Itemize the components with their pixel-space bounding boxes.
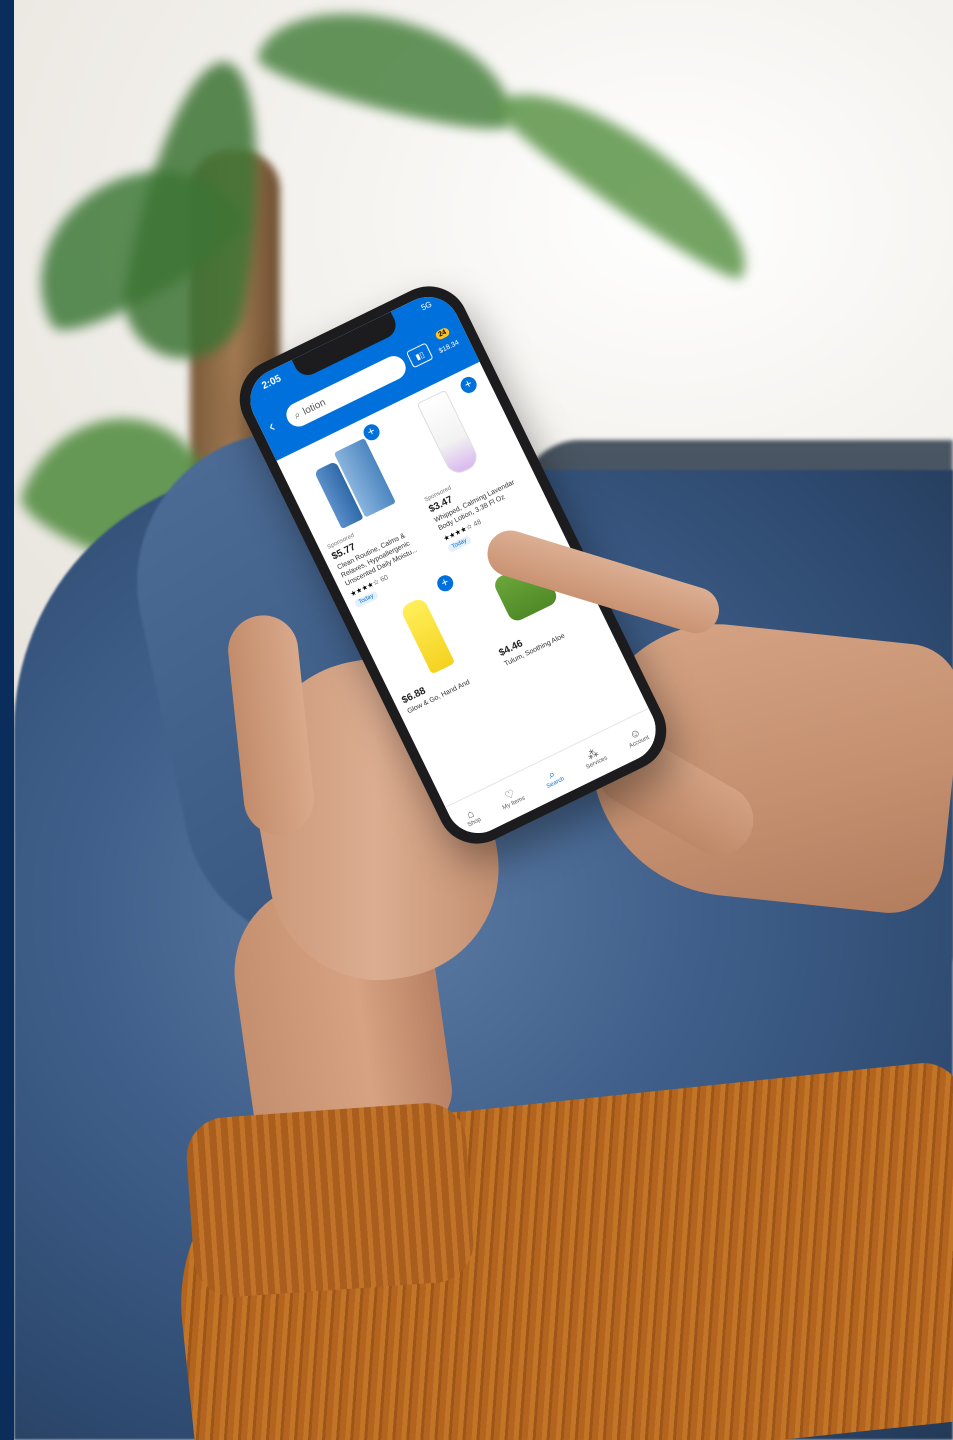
tab-label: Search bbox=[545, 776, 566, 790]
tab-account[interactable]: ☺ Account bbox=[623, 724, 651, 749]
cart-count-badge: 24 bbox=[434, 326, 451, 341]
rating-count: 60 bbox=[379, 574, 390, 584]
search-query: lotion bbox=[301, 396, 328, 418]
photo-scene: 2:05 5G ‹ ⌕ lotion ▮▯ 24 $18.34 + Sponso… bbox=[0, 0, 953, 1440]
glow-bottle bbox=[399, 596, 456, 675]
add-to-cart-button[interactable]: + bbox=[434, 572, 456, 594]
cart-button[interactable]: 24 $18.34 bbox=[431, 326, 462, 356]
tab-shop[interactable]: ⌂ Shop bbox=[462, 806, 482, 829]
add-to-cart-button[interactable]: + bbox=[457, 374, 480, 396]
lotion-tube bbox=[416, 389, 482, 478]
status-time: 2:05 bbox=[260, 373, 284, 392]
rating-count: 48 bbox=[472, 518, 483, 529]
status-signal: 5G bbox=[419, 299, 434, 313]
back-icon[interactable]: ‹ bbox=[266, 414, 286, 436]
sweater-cuff bbox=[184, 1100, 476, 1300]
navy-border bbox=[0, 0, 14, 1440]
search-icon: ⌕ bbox=[292, 408, 303, 422]
tab-my-items[interactable]: ♡ My Items bbox=[497, 785, 527, 812]
cart-total: $18.34 bbox=[437, 338, 461, 355]
tab-search[interactable]: ⌕ Search bbox=[541, 765, 566, 790]
barcode-scan-icon[interactable]: ▮▯ bbox=[405, 342, 434, 369]
tab-services[interactable]: ⁂ Services bbox=[580, 744, 608, 771]
